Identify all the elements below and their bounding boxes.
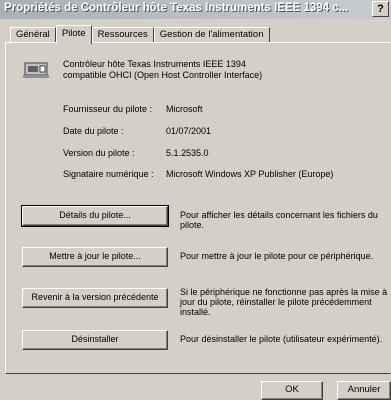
- driver-details-description: Pour afficher les détails concernant les…: [180, 210, 378, 230]
- driver-details-button[interactable]: Détails du pilote...: [21, 205, 169, 227]
- rollback-driver-button[interactable]: Revenir à la version précédente: [22, 288, 168, 308]
- rollback-driver-description: Si le périphérique ne fonctionne pas apr…: [180, 287, 388, 317]
- ok-button[interactable]: OK: [261, 381, 323, 400]
- device-name-line2: compatible OHCI (Open Host Controller In…: [63, 70, 263, 80]
- version-value: 5.1.2535.0: [166, 148, 209, 158]
- tab-pilote[interactable]: Pilote: [55, 25, 92, 44]
- device-name-line1: Contrôleur hôte Texas Instruments IEEE 1…: [63, 59, 246, 69]
- provider-label: Fournisseur du pilote :: [63, 104, 153, 114]
- signer-label: Signataire numérique :: [63, 169, 154, 179]
- signer-value: Microsoft Windows XP Publisher (Europe): [166, 169, 334, 179]
- device-name: Contrôleur hôte Texas Instruments IEEE 1…: [63, 59, 262, 81]
- provider-value: Microsoft: [166, 104, 203, 114]
- update-driver-button[interactable]: Mettre à jour le pilote...: [22, 247, 168, 267]
- title-bar: Propriétés de Contrôleur hôte Texas Inst…: [0, 0, 391, 19]
- window-title: Propriétés de Contrôleur hôte Texas Inst…: [4, 2, 349, 14]
- tab-gestion-alimentation[interactable]: Gestion de l'alimentation: [153, 27, 270, 43]
- uninstall-driver-button[interactable]: Désinstaller: [22, 330, 168, 350]
- uninstall-driver-description: Pour désinstaller le pilote (utilisateur…: [180, 334, 383, 344]
- date-label: Date du pilote :: [63, 126, 124, 136]
- cancel-button[interactable]: Annuler: [337, 381, 391, 400]
- ieee1394-controller-icon: [22, 57, 50, 83]
- help-button[interactable]: ?: [372, 1, 389, 17]
- tab-strip: Général Pilote Ressources Gestion de l'a…: [10, 25, 270, 44]
- tab-ressources[interactable]: Ressources: [91, 27, 154, 43]
- tab-general[interactable]: Général: [10, 27, 56, 43]
- update-driver-description: Pour mettre à jour le pilote pour ce pér…: [180, 251, 374, 261]
- date-value: 01/07/2001: [166, 126, 212, 136]
- version-label: Version du pilote :: [63, 148, 135, 158]
